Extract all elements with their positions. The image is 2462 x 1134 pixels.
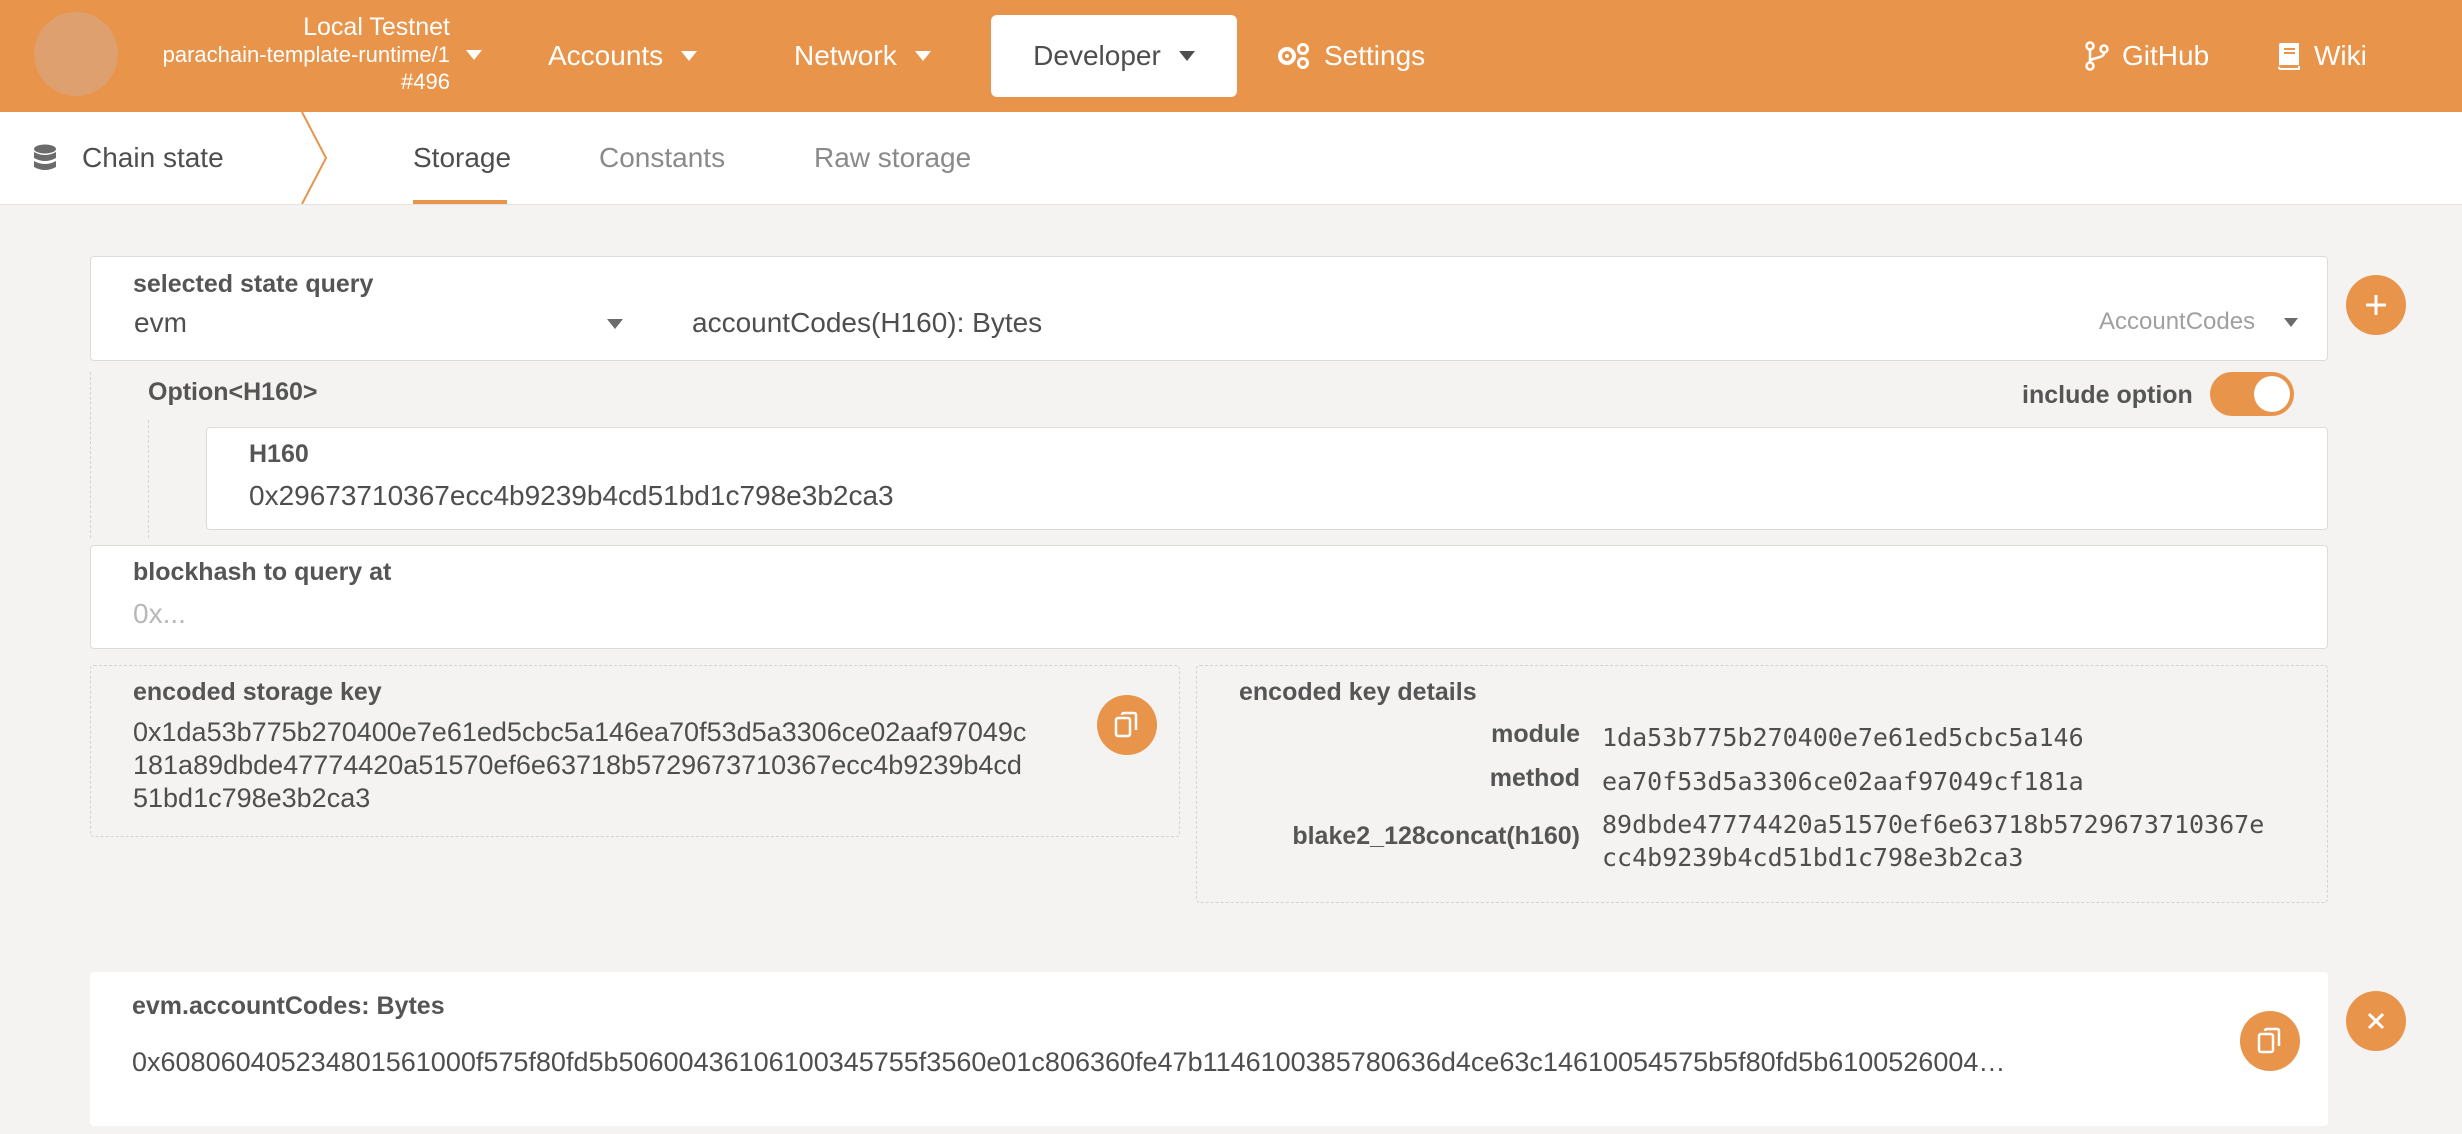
top-bar: Local Testnet parachain-template-runtime… xyxy=(0,0,2462,112)
detail-hasher-line: cc4b9239b4cd51bd1c798e3b2ca3 xyxy=(1602,843,2024,872)
detail-hasher-value: 89dbde47774420a51570ef6e63718b5729673710… xyxy=(1602,808,2264,874)
tab-storage-label: Storage xyxy=(413,142,512,173)
nav-developer[interactable]: Developer xyxy=(991,15,1237,97)
result-value[interactable]: 0x608060405234801561000f575f80fd5b506004… xyxy=(132,1047,2282,1078)
encoded-key-label: encoded storage key xyxy=(133,678,382,706)
method-name[interactable]: AccountCodes xyxy=(2099,308,2255,336)
detail-hasher-label: blake2_128concat(h160) xyxy=(1292,822,1580,850)
method-select[interactable]: accountCodes(H160): Bytes xyxy=(692,307,1042,339)
close-icon xyxy=(2367,1012,2385,1030)
nav-accounts-label: Accounts xyxy=(548,40,664,71)
detail-method-label: method xyxy=(1489,764,1580,792)
sub-navigation: Chain state Storage Constants Raw storag… xyxy=(0,112,2462,205)
option-border xyxy=(90,372,91,538)
book-icon xyxy=(2278,43,2300,70)
tab-storage[interactable]: Storage xyxy=(413,112,511,204)
option-label: Option<H160> xyxy=(148,378,318,406)
h160-label: H160 xyxy=(249,440,309,468)
detail-hasher-line: 89dbde47774420a51570ef6e63718b5729673710… xyxy=(1602,810,2265,839)
module-chevron-down-icon[interactable] xyxy=(607,319,623,329)
encoded-key-value[interactable]: 0x1da53b775b270400e7e61ed5cbc5a146ea70f5… xyxy=(133,716,1123,815)
encoded-key-line: 181a89dbde47774420a51570ef6e63718b572967… xyxy=(133,750,1022,780)
copy-result-button[interactable] xyxy=(2240,1011,2300,1071)
nav-network[interactable]: Network xyxy=(794,0,931,112)
key-details-label: encoded key details xyxy=(1239,678,1477,706)
chevron-down-icon xyxy=(1178,51,1195,61)
plus-icon xyxy=(2366,295,2386,315)
chain-logo[interactable] xyxy=(34,12,118,96)
remove-query-button[interactable] xyxy=(2346,991,2406,1051)
state-query-label: selected state query xyxy=(133,270,374,298)
chain-state-section[interactable]: Chain state xyxy=(0,112,300,204)
chevron-down-icon xyxy=(914,51,931,61)
method-chevron-down-icon[interactable] xyxy=(2284,318,2298,327)
chain-name: Local Testnet xyxy=(303,13,450,41)
copy-icon xyxy=(2257,1027,2281,1054)
encoded-key-panel: encoded storage key 0x1da53b775b270400e7… xyxy=(90,665,1180,837)
section-title: Chain state xyxy=(82,142,224,173)
nav-settings-label: Settings xyxy=(1324,40,1426,71)
active-tab-indicator xyxy=(413,200,507,204)
wiki-link[interactable]: Wiki xyxy=(2276,0,2367,112)
result-label: evm.accountCodes: Bytes xyxy=(132,992,445,1020)
tab-constants-label: Constants xyxy=(599,142,726,173)
nav-network-label: Network xyxy=(794,40,897,71)
encoded-key-line: 0x1da53b775b270400e7e61ed5cbc5a146ea70f5… xyxy=(133,717,1027,747)
detail-module-label: module xyxy=(1491,720,1580,748)
include-option-label: include option xyxy=(2022,381,2193,409)
github-label: GitHub xyxy=(2122,40,2210,71)
nested-border xyxy=(148,420,149,538)
code-branch-icon xyxy=(2085,41,2109,71)
add-query-button[interactable] xyxy=(2346,275,2406,335)
nav-accounts[interactable]: Accounts xyxy=(548,0,698,112)
breadcrumb-chevron-icon xyxy=(301,112,328,204)
tab-raw-storage[interactable]: Raw storage xyxy=(814,112,971,204)
include-option-toggle[interactable] xyxy=(2210,372,2294,416)
chain-selector[interactable]: Local Testnet parachain-template-runtime… xyxy=(163,14,450,95)
gears-icon xyxy=(1278,43,1309,69)
blockhash-input[interactable]: 0x... xyxy=(133,598,186,630)
chevron-down-icon xyxy=(681,51,698,61)
wiki-label: Wiki xyxy=(2314,40,2367,71)
h160-input[interactable]: 0x29673710367ecc4b9239b4cd51bd1c798e3b2c… xyxy=(249,480,894,512)
blockhash-field[interactable]: blockhash to query at xyxy=(90,545,2328,649)
encoded-key-line: 51bd1c798e3b2ca3 xyxy=(133,783,371,813)
result-panel: evm.accountCodes: Bytes 0x60806040523480… xyxy=(90,972,2328,1126)
runtime-version: parachain-template-runtime/1 xyxy=(162,42,450,67)
blockhash-label: blockhash to query at xyxy=(133,558,392,586)
tab-raw-storage-label: Raw storage xyxy=(814,142,972,173)
nav-settings[interactable]: Settings xyxy=(1276,0,1425,112)
block-number: #496 xyxy=(401,69,450,94)
state-query-panel: selected state query xyxy=(90,256,2328,361)
nav-developer-label: Developer xyxy=(1033,40,1161,71)
github-link[interactable]: GitHub xyxy=(2084,0,2209,112)
h160-field[interactable]: H160 xyxy=(206,427,2328,530)
copy-icon xyxy=(1114,711,1138,738)
detail-module-value: 1da53b775b270400e7e61ed5cbc5a146 xyxy=(1602,723,2084,752)
tab-constants[interactable]: Constants xyxy=(599,112,725,204)
detail-method-value: ea70f53d5a3306ce02aaf97049cf181a xyxy=(1602,767,2084,796)
module-select[interactable]: evm xyxy=(134,307,187,339)
database-icon xyxy=(34,144,56,170)
copy-key-button[interactable] xyxy=(1097,695,1157,755)
chain-chevron-down-icon[interactable] xyxy=(466,50,482,60)
